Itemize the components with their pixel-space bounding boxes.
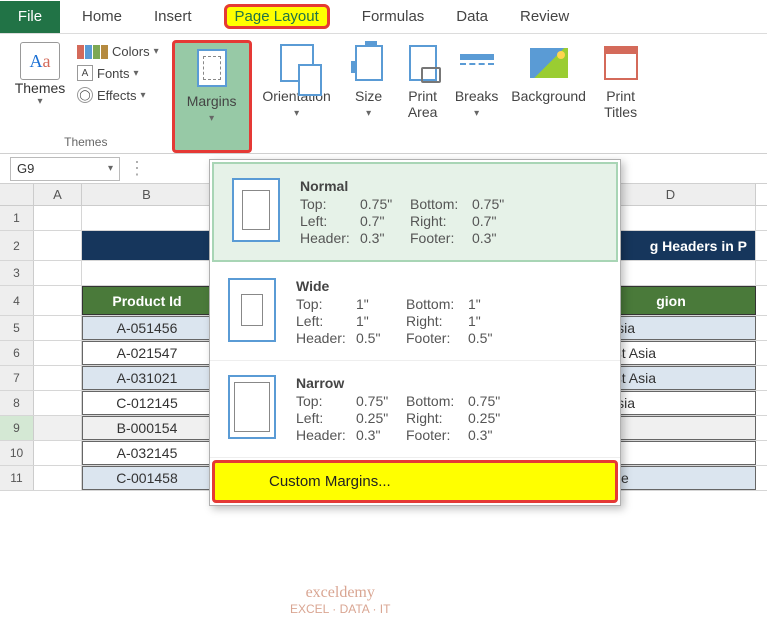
row-header[interactable]: 11	[0, 466, 34, 490]
tab-page-layout[interactable]: Page Layout	[208, 8, 346, 25]
cell[interactable]: A-031021	[82, 366, 212, 390]
margins-narrow-icon	[228, 375, 276, 439]
size-icon	[355, 45, 383, 81]
background-label: Background	[511, 88, 586, 104]
size-button[interactable]: Size ▾	[342, 40, 396, 153]
cell[interactable]: A-051456	[82, 316, 212, 340]
print-area-icon	[409, 45, 437, 81]
background-button[interactable]: Background	[504, 40, 594, 153]
row-header[interactable]: 10	[0, 441, 34, 465]
colors-icon	[77, 45, 108, 59]
file-tab[interactable]: File	[0, 1, 60, 33]
tab-page-layout-label: Page Layout	[224, 4, 330, 29]
chevron-down-icon: ▾	[294, 108, 299, 119]
margins-option-narrow[interactable]: Narrow Top:0.75"Bottom:0.75" Left:0.25"R…	[210, 361, 620, 458]
watermark: exceldemy EXCEL · DATA · IT	[290, 584, 390, 616]
row-header[interactable]: 5	[0, 316, 34, 340]
effects-icon: ◯	[77, 87, 93, 103]
cell[interactable]: C-012145	[82, 391, 212, 415]
effects-button[interactable]: ◯ Effects ▾	[74, 85, 162, 105]
cell[interactable]: C-001458	[82, 466, 212, 490]
print-area-label: Print Area	[408, 88, 438, 120]
select-all-corner[interactable]	[0, 184, 34, 205]
cell[interactable]: B-000154	[82, 416, 212, 440]
fonts-label: Fonts	[97, 66, 130, 81]
margins-dropdown: Normal Top:0.75"Bottom:0.75" Left:0.7"Ri…	[209, 159, 621, 506]
themes-button[interactable]: Aa Themes ▾	[10, 40, 70, 120]
tab-formulas[interactable]: Formulas	[346, 8, 441, 25]
orientation-button[interactable]: Orientation ▾	[252, 40, 342, 153]
tab-home[interactable]: Home	[66, 8, 138, 25]
group-label-themes: Themes	[64, 133, 107, 153]
row-header[interactable]: 1	[0, 206, 34, 230]
margins-label: Margins	[187, 93, 237, 109]
row-header[interactable]: 7	[0, 366, 34, 390]
margins-normal-icon	[232, 178, 280, 242]
chevron-down-icon: ▾	[134, 68, 139, 79]
print-titles-button[interactable]: Print Titles	[594, 40, 648, 153]
row-header[interactable]: 9	[0, 416, 34, 440]
table-header: Product Id	[82, 286, 212, 315]
margins-option-wide[interactable]: Wide Top:1"Bottom:1" Left:1"Right:1" Hea…	[210, 264, 620, 361]
chevron-down-icon: ▾	[37, 96, 42, 107]
tab-data[interactable]: Data	[440, 8, 504, 25]
breaks-button[interactable]: Breaks ▾	[450, 40, 504, 153]
row-header[interactable]: 8	[0, 391, 34, 415]
option-title: Wide	[296, 278, 606, 294]
option-title: Narrow	[296, 375, 606, 391]
margins-option-normal[interactable]: Normal Top:0.75"Bottom:0.75" Left:0.7"Ri…	[212, 162, 618, 262]
effects-label: Effects	[97, 88, 137, 103]
chevron-down-icon: ▾	[108, 163, 113, 174]
themes-label: Themes	[15, 80, 66, 96]
row-header[interactable]: 4	[0, 286, 34, 315]
themes-icon: Aa	[20, 42, 60, 80]
chevron-down-icon: ▾	[141, 90, 146, 101]
name-box[interactable]: G9 ▾	[10, 157, 120, 181]
colors-button[interactable]: Colors ▾	[74, 42, 162, 61]
print-titles-label: Print Titles	[604, 88, 637, 120]
cell[interactable]: A-032145	[82, 441, 212, 465]
margins-icon	[197, 49, 227, 87]
colors-label: Colors	[112, 44, 150, 59]
chevron-down-icon: ▾	[154, 46, 159, 57]
fonts-icon: A	[77, 65, 93, 81]
margins-button[interactable]: Margins ▾	[172, 40, 252, 153]
breaks-icon	[460, 48, 494, 78]
col-header-B[interactable]: B	[82, 184, 212, 205]
print-titles-icon	[604, 46, 638, 80]
chevron-down-icon: ▾	[474, 108, 479, 119]
option-title: Normal	[300, 178, 602, 194]
margins-wide-icon	[228, 278, 276, 342]
name-box-value: G9	[17, 161, 34, 176]
fonts-button[interactable]: A Fonts ▾	[74, 63, 162, 83]
row-header[interactable]: 2	[0, 231, 34, 260]
orientation-icon	[280, 44, 314, 82]
row-header[interactable]: 3	[0, 261, 34, 285]
chevron-down-icon: ▾	[366, 108, 371, 119]
formula-bar-expand[interactable]: ⋮	[128, 158, 148, 179]
tab-insert[interactable]: Insert	[138, 8, 208, 25]
size-label: Size	[355, 88, 382, 104]
cell[interactable]: A-021547	[82, 341, 212, 365]
tab-review[interactable]: Review	[504, 8, 585, 25]
breaks-label: Breaks	[455, 88, 499, 104]
print-area-button[interactable]: Print Area	[396, 40, 450, 153]
chevron-down-icon: ▾	[209, 113, 214, 124]
col-header-A[interactable]: A	[34, 184, 82, 205]
group-themes: Aa Themes ▾ Colors ▾ A Fonts ▾ ◯ Effects ▾	[0, 40, 172, 153]
custom-margins-button[interactable]: Custom Margins...	[212, 460, 618, 503]
row-header[interactable]: 6	[0, 341, 34, 365]
background-icon	[530, 48, 568, 78]
